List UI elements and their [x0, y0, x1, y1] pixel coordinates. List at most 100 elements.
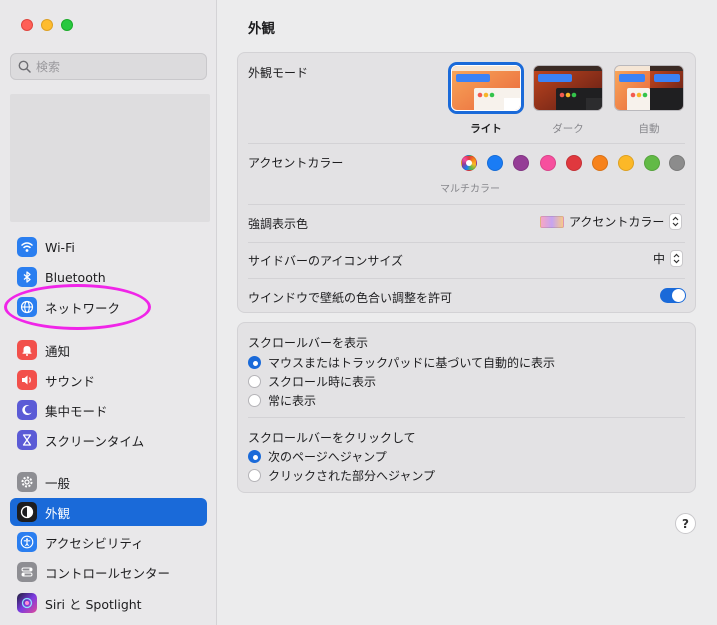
- scrollbar-click-spot-option[interactable]: クリックされた部分へジャンプ: [248, 467, 435, 484]
- minimize-button[interactable]: [41, 19, 53, 31]
- popup-stepper-icon: [669, 213, 683, 230]
- sidebar-item-label: Bluetooth: [45, 269, 106, 285]
- radio-button[interactable]: [248, 375, 261, 388]
- sidebar-item-label: 通知: [45, 343, 71, 359]
- highlight-color-value: アクセントカラー: [569, 215, 665, 229]
- highlight-color-popup[interactable]: アクセントカラー: [540, 213, 683, 230]
- sidebar-item-control-center[interactable]: コントロールセンター: [10, 558, 207, 586]
- sidebar-item-accessibility[interactable]: アクセシビリティ: [10, 528, 207, 556]
- divider: [248, 242, 685, 243]
- divider: [248, 204, 685, 205]
- divider: [248, 143, 685, 144]
- sidebar-item-focus[interactable]: 集中モード: [10, 396, 207, 424]
- sidebar-item-siri-spotlight[interactable]: Siri と Spotlight: [10, 589, 207, 617]
- speaker-icon: [17, 370, 37, 390]
- zoom-button[interactable]: [61, 19, 73, 31]
- account-card[interactable]: [10, 94, 210, 222]
- highlight-annotation: [4, 284, 151, 330]
- auto-mode-label: 自動: [638, 123, 660, 135]
- sidebar-item-label: 集中モード: [45, 403, 108, 419]
- accent-green-swatch[interactable]: [644, 155, 660, 171]
- accent-caption: マルチカラー: [440, 184, 500, 195]
- radio-label: クリックされた部分へジャンプ: [268, 469, 436, 483]
- divider: [248, 278, 685, 279]
- appearance-option-light[interactable]: ライト: [451, 65, 521, 136]
- sidebar-item-sound[interactable]: サウンド: [10, 366, 207, 394]
- accent-color-label: アクセントカラー: [248, 156, 344, 170]
- sidebar-item-wifi[interactable]: Wi-Fi: [10, 233, 207, 261]
- accent-blue-swatch[interactable]: [487, 155, 503, 171]
- radio-label: マウスまたはトラックパッドに基づいて自動的に表示: [268, 356, 556, 370]
- sidebar-item-label: アクセシビリティ: [45, 535, 144, 551]
- scrollbar-click-next-page-option[interactable]: 次のページへジャンプ: [248, 448, 387, 465]
- auto-mode-thumbnail[interactable]: [614, 65, 684, 111]
- control-center-icon: [17, 562, 37, 582]
- sidebar-item-label: サウンド: [45, 373, 96, 389]
- search-icon: [18, 60, 31, 73]
- appearance-option-dark[interactable]: ダーク: [533, 65, 603, 136]
- sidebar-icon-size-label: サイドバーのアイコンサイズ: [248, 254, 404, 268]
- appearance-settings-group: 外観モード ライト ダーク 自動 アクセントカラー マルチカラー 強調表示色 ア…: [237, 52, 696, 313]
- sidebar: Wi-Fi Bluetooth ネットワーク 通知 サウンド: [0, 0, 217, 625]
- radio-button[interactable]: [248, 356, 261, 369]
- divider: [248, 417, 685, 418]
- toggle-knob: [672, 289, 685, 302]
- sidebar-item-label: スクリーンタイム: [45, 433, 145, 449]
- sidebar-icon-size-popup[interactable]: 中: [653, 250, 684, 267]
- sidebar-item-label: 一般: [45, 475, 71, 491]
- radio-button[interactable]: [248, 394, 261, 407]
- sidebar-item-screen-time[interactable]: スクリーンタイム: [10, 426, 207, 454]
- accent-purple-swatch[interactable]: [513, 155, 529, 171]
- appearance-mode-label: 外観モード: [248, 66, 309, 80]
- sidebar-icon-size-value: 中: [653, 252, 666, 266]
- radio-label: スクロール時に表示: [268, 375, 377, 389]
- search-field[interactable]: [10, 53, 207, 80]
- search-input[interactable]: [36, 59, 196, 74]
- highlight-color-preview: [540, 215, 564, 228]
- scrollbar-settings-group: スクロールバーを表示 マウスまたはトラックパッドに基づいて自動的に表示 スクロー…: [237, 322, 696, 493]
- scrollbar-show-always-option[interactable]: 常に表示: [248, 392, 316, 409]
- accent-yellow-swatch[interactable]: [618, 155, 634, 171]
- radio-label: 次のページへジャンプ: [268, 450, 387, 464]
- scrollbar-show-label: スクロールバーを表示: [248, 336, 369, 350]
- page-title: 外観: [248, 21, 275, 37]
- sidebar-item-label: コントロールセンター: [45, 565, 171, 581]
- sidebar-item-appearance[interactable]: 外観: [10, 498, 207, 526]
- sidebar-item-label: Siri と Spotlight: [45, 596, 142, 612]
- moon-icon: [17, 400, 37, 420]
- dark-mode-label: ダーク: [552, 123, 584, 135]
- sidebar-item-notifications[interactable]: 通知: [10, 336, 207, 364]
- radio-button[interactable]: [248, 450, 261, 463]
- dark-mode-thumbnail[interactable]: [533, 65, 603, 111]
- radio-label: 常に表示: [268, 394, 317, 408]
- wallpaper-tint-label: ウインドウで壁紙の色合い調整を許可: [248, 291, 453, 305]
- bluetooth-icon: [17, 267, 37, 287]
- appearance-icon: [17, 502, 37, 522]
- wallpaper-tint-toggle[interactable]: [660, 288, 686, 303]
- bell-icon: [17, 340, 37, 360]
- scrollbar-click-label: スクロールバーをクリックして: [248, 431, 416, 445]
- help-button[interactable]: ?: [675, 513, 696, 534]
- hourglass-icon: [17, 430, 37, 450]
- radio-button[interactable]: [248, 469, 261, 482]
- highlight-color-label: 強調表示色: [248, 217, 309, 231]
- popup-stepper-icon: [670, 250, 684, 267]
- sidebar-item-label: Wi-Fi: [45, 239, 75, 255]
- accessibility-icon: [17, 532, 37, 552]
- wifi-icon: [17, 237, 37, 257]
- sidebar-item-general[interactable]: 一般: [10, 468, 207, 496]
- accent-pink-swatch[interactable]: [540, 155, 556, 171]
- siri-icon: [17, 593, 37, 613]
- sidebar-item-label: 外観: [45, 505, 71, 521]
- accent-multicolor-swatch[interactable]: [461, 155, 477, 171]
- window-controls: [21, 19, 73, 31]
- accent-graphite-swatch[interactable]: [669, 155, 685, 171]
- scrollbar-show-scrolling-option[interactable]: スクロール時に表示: [248, 373, 376, 390]
- close-button[interactable]: [21, 19, 33, 31]
- accent-red-swatch[interactable]: [566, 155, 582, 171]
- gear-icon: [17, 472, 37, 492]
- appearance-option-auto[interactable]: 自動: [614, 65, 684, 136]
- scrollbar-show-auto-option[interactable]: マウスまたはトラックパッドに基づいて自動的に表示: [248, 354, 555, 371]
- light-mode-thumbnail[interactable]: [451, 65, 521, 111]
- accent-orange-swatch[interactable]: [592, 155, 608, 171]
